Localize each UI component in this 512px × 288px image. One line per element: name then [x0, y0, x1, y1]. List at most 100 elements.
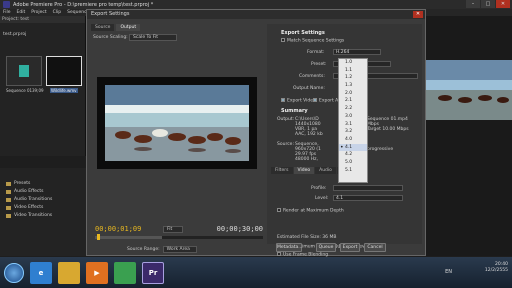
effects-folder-video-effects[interactable]: Video Effects — [0, 204, 86, 212]
source-output-tabs: Source Output — [91, 24, 141, 31]
chrome-icon[interactable] — [114, 261, 136, 284]
level-option[interactable]: 2.0 — [339, 90, 367, 98]
level-option[interactable]: 2.1 — [339, 97, 367, 105]
project-tab[interactable]: Project: test — [0, 16, 85, 23]
horses-beach-frame — [105, 85, 249, 161]
level-option[interactable]: 1.0 — [339, 59, 367, 67]
level-option-selected[interactable]: 4.1 — [339, 143, 367, 152]
level-select[interactable]: 4.1 — [333, 195, 403, 201]
source-range-label: Source Range: — [127, 247, 160, 252]
window-controls: – □ ✕ — [466, 0, 510, 8]
close-window-button[interactable]: ✕ — [496, 0, 510, 8]
level-option[interactable]: 3.2 — [339, 128, 367, 136]
title-bar: Adobe Premiere Pro - D:\premiere pro tem… — [0, 0, 512, 9]
effects-folder-audio-transitions[interactable]: Audio Transitions — [0, 196, 86, 204]
current-timecode[interactable]: 00;00;01;09 — [95, 225, 141, 233]
tab-audio[interactable]: Audio — [315, 167, 336, 174]
menu-file[interactable]: File — [3, 10, 11, 15]
language-indicator[interactable]: EN — [445, 269, 452, 275]
source-scaling-label: Source Scaling: — [93, 35, 128, 40]
level-option[interactable]: 3.1 — [339, 121, 367, 129]
system-clock[interactable]: 20:40 12/2/2555 — [485, 262, 508, 274]
source-range-select[interactable]: Work Area — [162, 246, 197, 253]
level-option[interactable]: 1.1 — [339, 67, 367, 75]
effects-panel: Presets Audio Effects Audio Transitions … — [0, 168, 86, 256]
summary-source-scan: progressive — [367, 147, 394, 152]
menu-edit[interactable]: Edit — [17, 10, 26, 15]
checkbox[interactable] — [281, 98, 285, 102]
preset-label: Preset: — [311, 62, 327, 67]
zoom-fit-select[interactable]: Fit — [163, 226, 183, 233]
dialog-close-button[interactable]: ✕ — [413, 11, 423, 18]
program-monitor-preview — [425, 60, 512, 120]
internet-explorer-icon[interactable]: e — [30, 261, 52, 284]
summary-source-details: Sequence, 960x720 (1 29.97 fps 48000 Hz, — [295, 142, 321, 162]
export-settings-dialog: Export Settings ✕ Source Output Source S… — [86, 9, 426, 258]
clock-date: 12/2/2555 — [484, 268, 508, 273]
level-option[interactable]: 5.0 — [339, 159, 367, 167]
tab-source[interactable]: Source — [91, 24, 115, 31]
sequence-name: Sequence 01 — [6, 88, 33, 93]
effects-folder-video-transitions[interactable]: Video Transitions — [0, 212, 86, 220]
match-sequence-checkbox[interactable]: Match Sequence Settings — [281, 38, 344, 44]
project-panel: Project: test test.prproj Sequence 01 39… — [0, 16, 86, 156]
render-max-depth-checkbox[interactable]: Render at Maximum Depth — [277, 208, 344, 214]
source-range-row: Source Range: Work Area — [127, 246, 197, 253]
video-preview — [97, 77, 257, 169]
output-name-label: Output Name: — [293, 86, 325, 91]
end-timecode: 00;00;30;00 — [216, 225, 263, 233]
tab-video[interactable]: Video — [293, 167, 315, 174]
work-area-bar[interactable] — [95, 236, 163, 239]
export-settings-header: Export Settings — [281, 30, 325, 36]
export-button[interactable]: Export — [340, 243, 360, 252]
summary-source-label: Source: — [277, 142, 294, 147]
program-monitor-area — [425, 16, 512, 256]
window-title: Adobe Premiere Pro - D:\premiere pro tem… — [13, 1, 154, 8]
start-button[interactable] — [4, 262, 24, 283]
metadata-button[interactable]: Metadata... — [276, 243, 303, 252]
tab-output[interactable]: Output — [116, 24, 141, 31]
export-video-checkbox[interactable]: Export Video — [281, 98, 316, 104]
maximize-button[interactable]: □ — [481, 0, 495, 8]
level-option[interactable]: 4.0 — [339, 136, 367, 144]
folder-icon — [6, 190, 11, 194]
checkbox[interactable] — [277, 208, 281, 212]
premiere-pro-icon[interactable]: Pr — [142, 261, 164, 284]
sequence-duration: 39;09 — [32, 88, 44, 93]
level-option[interactable]: 2.2 — [339, 105, 367, 113]
level-label: Level: — [315, 196, 329, 201]
level-option[interactable]: 1.2 — [339, 74, 367, 82]
effects-folder-presets[interactable]: Presets — [0, 180, 86, 188]
source-scaling-select[interactable]: Scale To Fit — [129, 34, 177, 41]
format-label: Format: — [307, 50, 325, 55]
playhead[interactable] — [97, 234, 100, 240]
time-scrubber[interactable] — [95, 234, 263, 240]
media-player-icon[interactable]: ▶ — [86, 261, 108, 284]
level-option[interactable]: 5.1 — [339, 167, 367, 175]
menu-clip[interactable]: Clip — [53, 10, 62, 15]
cancel-button[interactable]: Cancel — [364, 243, 386, 252]
folder-icon — [6, 198, 11, 202]
tab-filters[interactable]: Filters — [271, 167, 293, 174]
checkbox[interactable] — [281, 38, 285, 42]
summary-output-details-right: Sequence 01.mp4 Mbps Target 10.00 Mbps — [367, 117, 409, 132]
comments-label: Comments: — [299, 74, 325, 79]
profile-select[interactable] — [333, 185, 403, 191]
sequence-thumbnail[interactable] — [6, 56, 42, 86]
queue-button[interactable]: Queue — [316, 243, 336, 252]
minimize-button[interactable]: – — [466, 0, 480, 8]
effects-folder-audio-effects[interactable]: Audio Effects — [0, 188, 86, 196]
level-dropdown-list[interactable]: 1.0 1.1 1.2 1.3 2.0 2.1 2.2 3.0 3.1 3.2 … — [338, 58, 368, 183]
level-option[interactable]: 4.2 — [339, 151, 367, 159]
clip-thumbnail[interactable] — [46, 56, 82, 86]
windows-taskbar: e ▶ Pr — [0, 257, 512, 288]
file-explorer-icon[interactable] — [58, 261, 80, 284]
menu-project[interactable]: Project — [31, 10, 46, 15]
level-option[interactable]: 3.0 — [339, 113, 367, 121]
dialog-title: Export Settings — [87, 10, 425, 19]
checkbox[interactable] — [313, 98, 317, 102]
checkbox[interactable] — [277, 252, 281, 256]
level-option[interactable]: 1.3 — [339, 82, 367, 90]
timecode-row: 00;00;01;09 Fit 00;00;30;00 — [95, 225, 263, 235]
format-select[interactable]: H.264 — [333, 49, 381, 55]
